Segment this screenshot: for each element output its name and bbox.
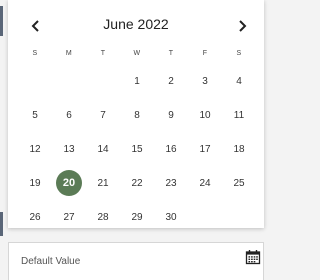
- day-number: 21: [97, 177, 109, 189]
- day-cell[interactable]: 29: [120, 200, 154, 234]
- day-cell[interactable]: 22: [120, 166, 154, 200]
- day-cell[interactable]: 10: [188, 98, 222, 132]
- day-number: 18: [233, 143, 245, 155]
- day-cell[interactable]: 11: [222, 98, 256, 132]
- calendar-popup: June 2022 SMTWTFS 1 2 3 4 5 6 7 8 9 10 11 12 13 14 15 1…: [8, 0, 264, 228]
- day-cell[interactable]: 17: [188, 132, 222, 166]
- day-cell[interactable]: 26: [18, 200, 52, 234]
- day-cell[interactable]: 6: [52, 98, 86, 132]
- day-number: 26: [29, 211, 41, 223]
- day-number: 1: [134, 75, 140, 87]
- day-number: 3: [202, 75, 208, 87]
- selected-day-cell[interactable]: 20: [52, 166, 86, 200]
- day-cell[interactable]: 13: [52, 132, 86, 166]
- day-number: 13: [63, 143, 75, 155]
- day-cell[interactable]: 24: [188, 166, 222, 200]
- day-number: 4: [236, 75, 242, 87]
- day-number: 9: [168, 109, 174, 121]
- day-cell[interactable]: 12: [18, 132, 52, 166]
- weekday-label: W: [133, 50, 141, 57]
- date-field: [8, 242, 264, 280]
- weekday-header-row: SMTWTFS: [18, 50, 256, 57]
- day-cell[interactable]: 5: [18, 98, 52, 132]
- weekday-label: T: [168, 50, 174, 57]
- month-title[interactable]: June 2022: [48, 16, 224, 32]
- day-grid: 1 2 3 4 5 6 7 8 9 10 11 12 13 14 15 16 17 18 19 20 21 22 23 24 2…: [18, 64, 256, 234]
- weekday-label: S: [236, 50, 242, 57]
- day-number: 7: [100, 109, 106, 121]
- day-number: 30: [165, 211, 177, 223]
- day-number: 22: [131, 177, 143, 189]
- day-cell[interactable]: 1: [120, 64, 154, 98]
- day-cell[interactable]: 27: [52, 200, 86, 234]
- calendar-icon[interactable]: [245, 249, 261, 265]
- day-cell[interactable]: 21: [86, 166, 120, 200]
- day-number: 10: [199, 109, 211, 121]
- day-number: 14: [97, 143, 109, 155]
- empty-day-cell: [86, 64, 120, 98]
- day-number: 28: [97, 211, 109, 223]
- day-number: 20: [56, 170, 82, 196]
- day-number: 16: [165, 143, 177, 155]
- day-cell[interactable]: 3: [188, 64, 222, 98]
- empty-day-cell: [18, 64, 52, 98]
- day-number: 15: [131, 143, 143, 155]
- day-number: 29: [131, 211, 143, 223]
- weekday-label: F: [202, 50, 208, 57]
- next-month-button[interactable]: [230, 14, 254, 38]
- day-cell[interactable]: 28: [86, 200, 120, 234]
- chevron-right-icon: [239, 20, 247, 32]
- day-number: 5: [32, 109, 38, 121]
- day-cell[interactable]: 18: [222, 132, 256, 166]
- previous-month-button[interactable]: [24, 14, 48, 38]
- day-number: 17: [199, 143, 211, 155]
- day-number: 23: [165, 177, 177, 189]
- calendar-header: June 2022: [8, 12, 264, 40]
- date-input[interactable]: [21, 256, 221, 267]
- day-cell[interactable]: 23: [154, 166, 188, 200]
- day-number: 19: [29, 177, 41, 189]
- day-number: 6: [66, 109, 72, 121]
- day-number: 24: [199, 177, 211, 189]
- day-number: 2: [168, 75, 174, 87]
- day-cell[interactable]: 2: [154, 64, 188, 98]
- background-edge-mark: [0, 6, 3, 36]
- background-edge-mark: [0, 212, 3, 236]
- day-cell[interactable]: 14: [86, 132, 120, 166]
- page: June 2022 SMTWTFS 1 2 3 4 5 6 7 8 9 10 11 12 13 14 15 1…: [0, 0, 268, 280]
- day-cell[interactable]: 7: [86, 98, 120, 132]
- weekday-label: M: [65, 50, 73, 57]
- empty-day-cell: [52, 64, 86, 98]
- day-number: 8: [134, 109, 140, 121]
- day-number: 27: [63, 211, 75, 223]
- day-cell[interactable]: 19: [18, 166, 52, 200]
- day-cell[interactable]: 30: [154, 200, 188, 234]
- day-number: 25: [233, 177, 245, 189]
- day-cell[interactable]: 25: [222, 166, 256, 200]
- chevron-left-icon: [31, 20, 39, 32]
- day-number: 11: [233, 109, 245, 121]
- day-cell[interactable]: 9: [154, 98, 188, 132]
- day-cell[interactable]: 4: [222, 64, 256, 98]
- day-number: 12: [29, 143, 41, 155]
- weekday-label: S: [32, 50, 38, 57]
- weekday-label: T: [100, 50, 106, 57]
- day-cell[interactable]: 8: [120, 98, 154, 132]
- day-cell[interactable]: 16: [154, 132, 188, 166]
- day-cell[interactable]: 15: [120, 132, 154, 166]
